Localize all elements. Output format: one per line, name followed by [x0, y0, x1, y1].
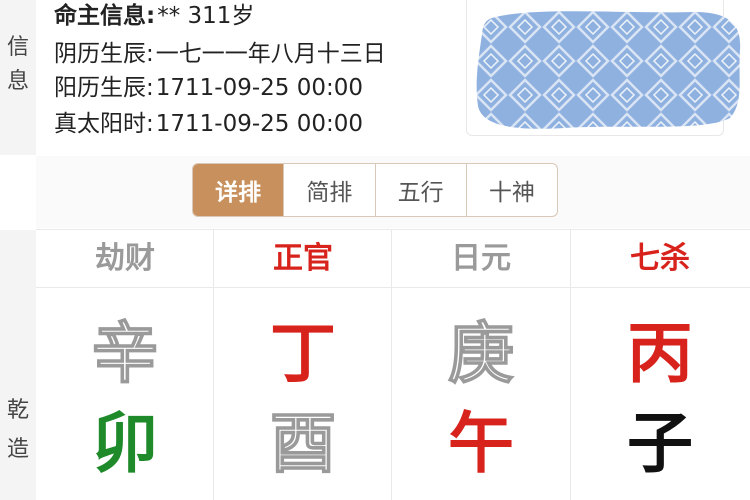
grid-divider-top — [36, 229, 750, 230]
tab-detailed[interactable]: 详排 — [193, 164, 284, 216]
lunar-birth-key: 阴历生辰: — [54, 41, 154, 67]
true-solar-time-key: 真太阳时: — [54, 111, 154, 137]
info-label-char-1: 信 — [6, 35, 29, 60]
qianzao-label-char-1: 乾 — [6, 398, 29, 423]
redacted-qr-code — [476, 11, 741, 129]
owner-info-key: 命主信息: — [54, 3, 156, 29]
info-label-char-2: 息 — [6, 69, 29, 94]
lunar-birth-row: 阴历生辰:一七一一年八月十三日 — [54, 34, 386, 68]
year-stem: 辛 — [91, 314, 159, 393]
info-side-label-column: 信 息 — [0, 0, 36, 155]
day-stem: 庚 — [447, 314, 515, 393]
owner-info-value: ** 311岁 — [157, 3, 255, 29]
hour-branch: 子 — [627, 405, 693, 482]
solar-birth-row: 阳历生辰:1711-09-25 00:00 — [54, 68, 363, 102]
true-solar-time-row: 真太阳时:1711-09-25 00:00 — [54, 104, 363, 138]
pillar-heading-month: 正官 — [273, 241, 333, 276]
owner-info-row: 命主信息:** 311岁 — [54, 0, 254, 30]
true-solar-time-value: 1711-09-25 00:00 — [155, 111, 364, 137]
solar-birth-key: 阳历生辰: — [54, 75, 154, 101]
pillar-heading-day: 日元 — [451, 241, 511, 276]
year-branch: 卯 — [92, 405, 158, 482]
qianzao-label-char-2: 造 — [6, 437, 29, 462]
month-stem: 丁 — [270, 315, 336, 392]
hour-stem: 丙 — [627, 315, 693, 392]
day-branch: 午 — [448, 405, 514, 482]
qianzao-side-label-column: 乾 造 — [0, 230, 36, 500]
grid-divider-header — [36, 287, 750, 288]
pillar-heading-year: 劫财 — [95, 241, 155, 276]
tab-five-elements[interactable]: 五行 — [374, 164, 466, 216]
tab-ten-gods[interactable]: 十神 — [465, 164, 557, 216]
solar-birth-value: 1711-09-25 00:00 — [155, 75, 364, 101]
month-branch: 酉 — [269, 404, 337, 483]
chart-view-tabs: 详排 简排 五行 十神 — [192, 163, 558, 217]
lunar-birth-value: 一七一一年八月十三日 — [155, 41, 386, 67]
tab-simple[interactable]: 简排 — [283, 164, 374, 216]
pillar-heading-hour: 七杀 — [630, 241, 690, 276]
